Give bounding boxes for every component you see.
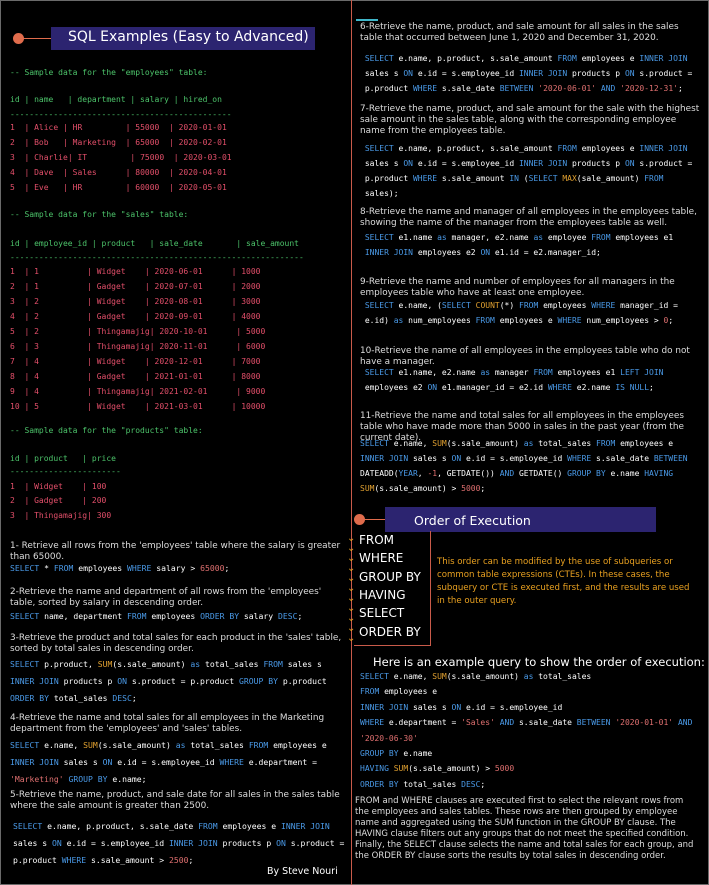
order-banner-dot <box>354 514 365 525</box>
question-5: 5-Retrieve the name, product, and sale d… <box>10 790 340 811</box>
code-1: SELECT * FROM employees WHERE salary > 6… <box>10 563 230 573</box>
step-from: FROM <box>359 533 395 547</box>
question-3: 3-Retrieve the product and total sales f… <box>10 633 342 654</box>
code-9: SELECT e.name, (SELECT COUNT(*) FROM emp… <box>364 301 678 325</box>
sales-row: 3 | 2 | Widget | 2020-08-01 | 3000 <box>10 297 261 306</box>
code-2: SELECT name, department FROM employees O… <box>10 611 303 621</box>
banner-dot <box>13 33 24 44</box>
code-3: SELECT p.product, SUM(s.sale_amount) as … <box>10 659 327 703</box>
products-row: 3 | Thingamajig| 300 <box>10 511 112 520</box>
example-title: Here is an example query to show the ord… <box>373 655 705 669</box>
code-5: SELECT e.name, p.product, s.sale_date FR… <box>13 821 345 865</box>
order-title: Order of Execution <box>414 513 531 528</box>
code-10: SELECT e1.name, e2.name as manager FROM … <box>364 368 664 392</box>
accent-bar <box>356 19 378 21</box>
column-divider <box>351 0 352 885</box>
question-4: 4-Retrieve the name and total sales for … <box>10 713 325 734</box>
author-credit: By Steve Nouri <box>267 866 338 877</box>
question-6: 6-Retrieve the name, product, and sale a… <box>360 22 679 43</box>
step-select: SELECT <box>359 606 405 620</box>
sales-row: 7 | 4 | Widget | 2020-12-01 | 7000 <box>10 357 261 366</box>
step-group-by: GROUP BY <box>359 570 421 584</box>
code-6: SELECT e.name, p.product, s.sale_amount … <box>364 54 693 93</box>
sales-row: 2 | 1 | Gadget | 2020-07-01 | 2000 <box>10 282 261 291</box>
sales-sep: ----------------------------------------… <box>10 253 304 262</box>
sales-comment: -- Sample data for the "sales" table: <box>10 210 189 219</box>
sales-row: 1 | 1 | Widget | 2020-06-01 | 1000 <box>10 267 261 276</box>
sales-row: 9 | 4 | Thingamajig| 2021-02-01 | 9000 <box>10 387 266 396</box>
employees-row: 3 | Charlie| IT | 75000 | 2020-03-01 <box>10 153 232 162</box>
employees-row: 5 | Eve | HR | 60000 | 2020-05-01 <box>10 183 227 192</box>
sales-row: 8 | 4 | Gadget | 2021-01-01 | 8000 <box>10 372 261 381</box>
order-explanation: FROM and WHERE clauses are executed firs… <box>355 796 694 861</box>
question-2: 2-Retrieve the name and department of al… <box>10 587 322 608</box>
question-8: 8-Retrieve the name and manager of all e… <box>360 207 697 228</box>
products-row: 1 | Widget | 100 <box>10 482 107 491</box>
sales-row: 5 | 2 | Thingamajig| 2020-10-01 | 5000 <box>10 327 266 336</box>
products-row: 2 | Gadget | 200 <box>10 496 107 505</box>
question-9: 9-Retrieve the name and number of employ… <box>360 277 675 298</box>
products-sep: ----------------------- <box>10 467 121 476</box>
step-where: WHERE <box>359 551 404 565</box>
employees-header: id | name | department | salary | hired_… <box>10 95 222 104</box>
code-7: SELECT e.name, p.product, s.sale_amount … <box>364 144 693 198</box>
question-7: 7-Retrieve the name, product, and sale a… <box>360 104 700 136</box>
employees-row: 2 | Bob | Marketing | 65000 | 2020-02-01 <box>10 138 227 147</box>
page-title: SQL Examples (Easy to Advanced) <box>68 29 309 45</box>
step-order-by: ORDER BY <box>359 625 421 639</box>
sales-row: 6 | 3 | Thingamajig| 2020-11-01 | 6000 <box>10 342 266 351</box>
employees-comment: -- Sample data for the "employees" table… <box>10 68 208 77</box>
code-4: SELECT e.name, SUM(s.sale_amount) as tot… <box>10 740 327 784</box>
code-11: SELECT e.name, SUM(s.sale_amount) as tot… <box>360 439 688 493</box>
sales-header: id | employee_id | product | sale_date |… <box>10 239 299 248</box>
employees-row: 1 | Alice | HR | 55000 | 2020-01-01 <box>10 123 227 132</box>
sales-row: 10 | 5 | Widget | 2021-03-01 | 10000 <box>10 402 266 411</box>
sales-row: 4 | 2 | Gadget | 2020-09-01 | 4000 <box>10 312 261 321</box>
employees-row: 4 | Dave | Sales | 80000 | 2020-04-01 <box>10 168 227 177</box>
products-comment: -- Sample data for the "products" table: <box>10 426 203 435</box>
example-code: SELECT e.name, SUM(s.sale_amount) as tot… <box>360 672 693 789</box>
order-note: This order can be modified by the use of… <box>437 557 690 606</box>
step-having: HAVING <box>359 588 406 602</box>
chevron-down-icon: ⌄ ⌄ ⌄ ⌄ ⌄ ⌄ ⌄ ⌄ ⌄ ⌄ ⌄ <box>347 533 356 644</box>
code-8: SELECT e1.name as manager, e2.name as em… <box>364 233 674 257</box>
